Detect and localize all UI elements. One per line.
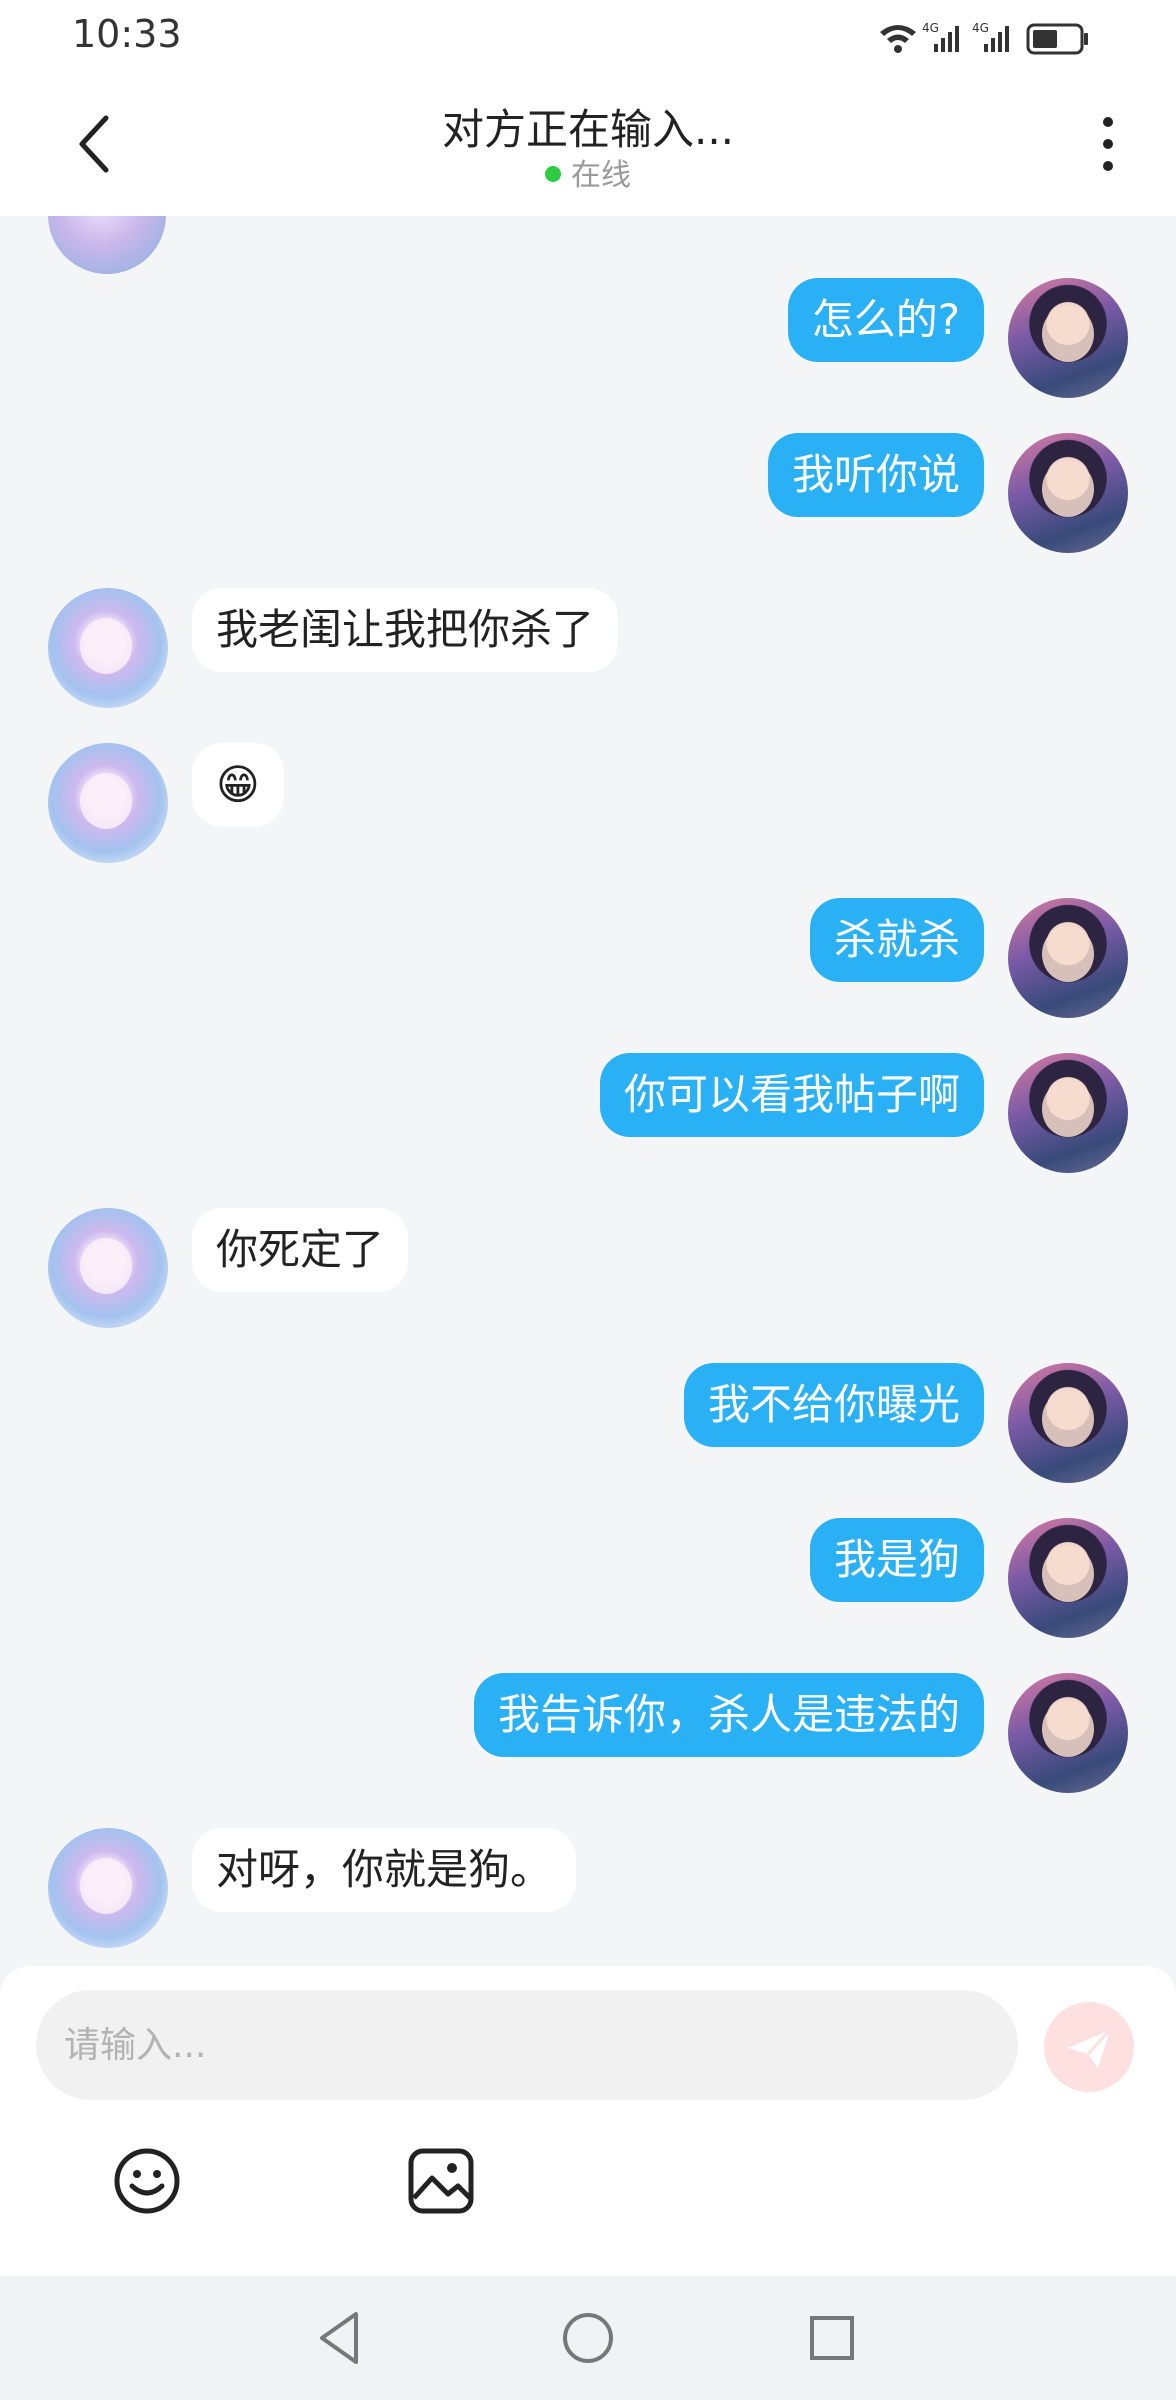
message-bubble[interactable]: 你死定了	[192, 1208, 409, 1292]
self-avatar[interactable]	[1008, 433, 1128, 553]
chat-header: 对方正在输入... 在线	[0, 72, 1176, 216]
message-row: 我不给你曝光	[0, 1363, 1176, 1483]
network-label-1: 4G	[922, 21, 939, 35]
message-row: 怎么的?	[0, 278, 1176, 398]
chat-title: 对方正在输入...	[441, 105, 735, 154]
self-avatar[interactable]	[1008, 1673, 1128, 1793]
message-bubble[interactable]: 杀就杀	[809, 898, 984, 982]
online-dot-icon	[545, 165, 561, 182]
self-avatar[interactable]	[1008, 898, 1128, 1018]
status-bar: 10:33 4G 4G	[0, 0, 1176, 72]
message-bubble[interactable]: 我不给你曝光	[683, 1363, 984, 1447]
composer	[0, 1966, 1176, 2276]
self-avatar[interactable]	[1008, 1518, 1128, 1638]
message-row: 对呀，你就是狗。	[0, 1828, 1176, 1948]
emoji-icon[interactable]	[112, 2146, 182, 2216]
message-bubble[interactable]: 我是狗	[809, 1518, 984, 1602]
self-avatar[interactable]	[1008, 278, 1128, 398]
message-bubble[interactable]: 我老闺让我把你杀了	[192, 588, 619, 672]
send-icon	[1068, 2028, 1112, 2068]
message-bubble[interactable]: 怎么的?	[787, 278, 984, 362]
send-button[interactable]	[1044, 2002, 1134, 2092]
peer-avatar[interactable]	[48, 588, 168, 708]
message-row: 杀就杀	[0, 898, 1176, 1018]
message-bubble[interactable]: 我告诉你，杀人是违法的	[473, 1673, 984, 1757]
wifi-icon	[880, 25, 916, 53]
message-row: 我是狗	[0, 1518, 1176, 1638]
battery-icon	[1026, 23, 1088, 55]
peer-avatar[interactable]	[48, 1208, 168, 1328]
network-label-2: 4G	[972, 21, 989, 35]
message-row: 你死定了	[0, 1208, 1176, 1328]
peer-avatar[interactable]	[48, 743, 168, 863]
self-avatar[interactable]	[1008, 1053, 1128, 1173]
peer-avatar[interactable]	[48, 216, 166, 274]
message-list[interactable]: 怎么的? 我听你说 我老闺让我把你杀了 😁 杀就杀 你可以看我帖子啊 你死定了 …	[0, 216, 1176, 1966]
message-bubble[interactable]: 你可以看我帖子啊	[599, 1053, 984, 1137]
peer-avatar[interactable]	[48, 1828, 168, 1948]
status-time: 10:33	[72, 12, 182, 56]
system-nav-bar	[0, 2276, 1176, 2400]
message-bubble[interactable]: 我听你说	[767, 433, 984, 517]
online-status: 在线	[0, 150, 1176, 194]
recents-square-icon[interactable]	[800, 2306, 864, 2370]
online-status-label: 在线	[571, 158, 631, 193]
message-row: 你可以看我帖子啊	[0, 1053, 1176, 1173]
back-triangle-icon[interactable]	[310, 2306, 374, 2370]
more-options-icon[interactable]	[1096, 114, 1120, 174]
message-input[interactable]	[36, 1990, 1018, 2100]
message-row: 我老闺让我把你杀了	[0, 588, 1176, 708]
image-icon[interactable]	[406, 2146, 476, 2216]
self-avatar[interactable]	[1008, 1363, 1128, 1483]
message-row: 我告诉你，杀人是违法的	[0, 1673, 1176, 1793]
home-circle-icon[interactable]	[556, 2306, 620, 2370]
status-icons: 4G 4G	[880, 21, 1088, 55]
message-row: 我听你说	[0, 433, 1176, 553]
message-row: 😁	[0, 743, 1176, 863]
message-bubble[interactable]: 对呀，你就是狗。	[192, 1828, 577, 1912]
message-bubble[interactable]: 😁	[192, 743, 284, 827]
